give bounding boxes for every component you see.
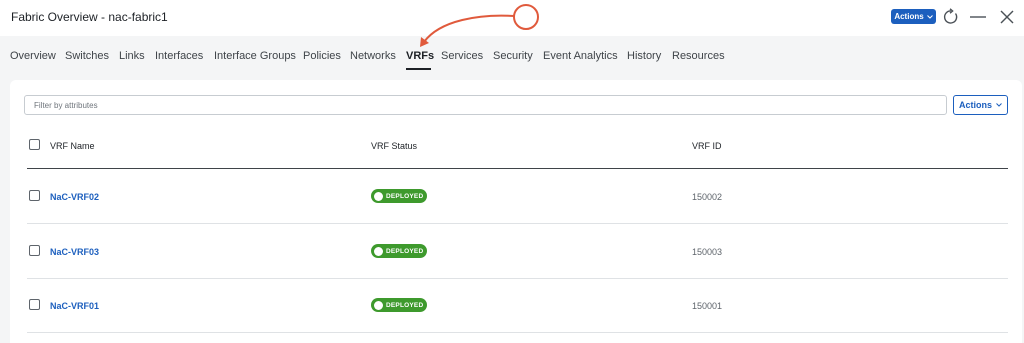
status-badge-label: DEPLOYED: [386, 301, 424, 309]
filter-input[interactable]: [24, 95, 947, 115]
refresh-icon[interactable]: [942, 8, 960, 26]
column-header-vrf-status[interactable]: VRF Status: [371, 141, 417, 151]
select-all-checkbox[interactable]: [29, 139, 40, 150]
active-tab-indicator: [406, 68, 431, 70]
tab-interfaces[interactable]: Interfaces: [155, 50, 203, 62]
vrf-id-value: 150003: [692, 247, 723, 257]
tab-event-analytics[interactable]: Event Analytics: [543, 50, 618, 62]
tab-networks[interactable]: Networks: [350, 50, 396, 62]
tab-interface-groups[interactable]: Interface Groups: [214, 50, 296, 62]
header-actions-button[interactable]: Actions: [891, 9, 936, 24]
status-badge: DEPLOYED: [371, 189, 427, 203]
tab-security[interactable]: Security: [493, 50, 533, 62]
vrf-name-link[interactable]: NaC-VRF02: [50, 192, 99, 202]
minimize-icon[interactable]: [969, 8, 987, 26]
table-actions-label: Actions: [958, 100, 992, 110]
page-title: Fabric Overview - nac-fabric1: [11, 10, 168, 24]
row-divider: [27, 332, 1008, 333]
vrf-id-value: 150001: [692, 301, 723, 311]
column-header-vrf-name[interactable]: VRF Name: [50, 141, 95, 151]
vrf-name-link[interactable]: NaC-VRF01: [50, 301, 99, 311]
vrf-table-card: Actions: [10, 80, 1022, 343]
status-badge-label: DEPLOYED: [386, 192, 424, 200]
tab-services[interactable]: Services: [441, 50, 483, 62]
row-checkbox[interactable]: [29, 245, 40, 256]
status-toggle-icon: [374, 300, 383, 310]
header-actions-label: Actions: [894, 12, 924, 21]
column-header-vrf-id[interactable]: VRF ID: [692, 141, 722, 151]
row-divider: [27, 278, 1008, 279]
table-actions-button[interactable]: Actions: [953, 95, 1008, 115]
tab-bar: Overview Switches Links Interfaces Inter…: [0, 36, 1024, 76]
chevron-down-icon: [996, 103, 1002, 107]
status-badge-label: DEPLOYED: [386, 247, 424, 255]
tab-overview[interactable]: Overview: [10, 50, 56, 62]
tab-resources[interactable]: Resources: [672, 50, 725, 62]
row-divider: [27, 223, 1008, 224]
vrf-name-link[interactable]: NaC-VRF03: [50, 247, 99, 257]
vrf-id-value: 150002: [692, 192, 723, 202]
status-toggle-icon: [374, 246, 383, 256]
tab-policies[interactable]: Policies: [303, 50, 341, 62]
status-badge: DEPLOYED: [371, 298, 427, 312]
chevron-down-icon: [926, 14, 933, 19]
header-divider: [27, 168, 1008, 169]
status-toggle-icon: [374, 191, 383, 201]
tab-links[interactable]: Links: [119, 50, 145, 62]
window-header: Fabric Overview - nac-fabric1 Actions: [0, 0, 1024, 36]
row-checkbox[interactable]: [29, 190, 40, 201]
tab-history[interactable]: History: [627, 50, 661, 62]
status-badge: DEPLOYED: [371, 244, 427, 258]
row-checkbox[interactable]: [29, 299, 40, 310]
tab-vrfs[interactable]: VRFs: [406, 50, 434, 62]
close-icon[interactable]: [998, 8, 1016, 26]
tab-switches[interactable]: Switches: [65, 50, 109, 62]
